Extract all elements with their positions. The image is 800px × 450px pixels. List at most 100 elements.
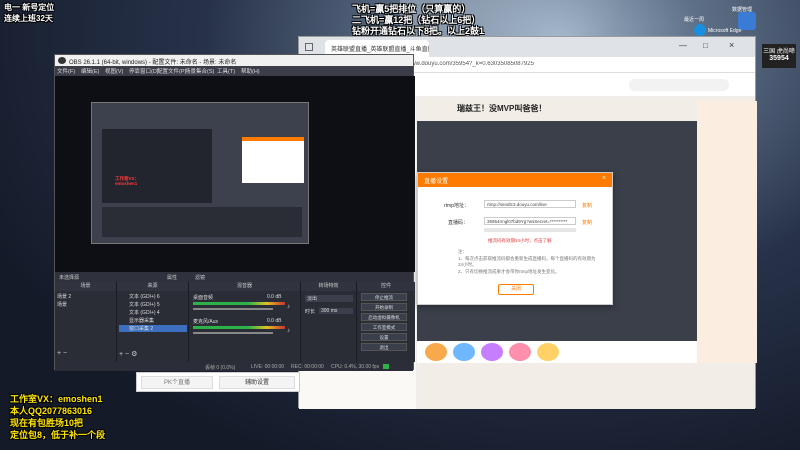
mixer-track-name: 麦克风/Aux — [193, 319, 219, 325]
menu-scene-collection[interactable]: 场景集合(S) — [185, 67, 214, 75]
add-source-icon[interactable]: + − ⚙ — [119, 350, 137, 358]
dialog-header: 直播设置 × — [418, 173, 612, 187]
volume-slider[interactable] — [193, 308, 273, 310]
overlay-top-left-line-1: 电一 新号定位 — [4, 3, 55, 12]
code-scrollbar[interactable] — [484, 228, 576, 232]
volume-slider[interactable] — [193, 332, 273, 334]
status-rec: REC: 00:00:00 — [291, 364, 324, 370]
source-item[interactable]: 窗口采集 2 — [119, 325, 187, 332]
virtual-camera-button[interactable]: 启动虚拟摄像机 — [361, 313, 407, 321]
url-field[interactable]: https://www.douyu.com/35954?_k=0.6303508… — [389, 61, 709, 67]
gift-icon[interactable] — [453, 343, 475, 361]
source-item[interactable]: 文本 (GDI+) 6 — [129, 293, 160, 300]
stream-settings-dialog: 直播设置 × rtmp地址： rtmp://sendtc3.douyu.com/… — [417, 172, 613, 305]
studio-mode-button[interactable]: 工作室模式 — [361, 323, 407, 331]
gift-bar — [417, 341, 697, 363]
edge-label: Microsoft Edge — [708, 28, 742, 34]
scenes-dock: 场景 场景 2 场景 + − — [55, 282, 117, 362]
scene-item[interactable]: 场景 2 — [57, 293, 115, 300]
add-scene-icon[interactable]: + − — [57, 350, 67, 357]
edge-icon[interactable] — [694, 24, 706, 36]
gift-icon[interactable] — [537, 343, 559, 361]
dialog-note-1: 1、每次点击获取推流码都会重新生成直播码，每个直播码的有效期为24小时。 — [458, 256, 596, 267]
start-recording-button[interactable]: 开始录制 — [361, 303, 407, 311]
speaker-icon[interactable]: ♪ — [287, 304, 290, 310]
maximize-icon[interactable]: □ — [703, 41, 708, 50]
dialog-note-2: 2、只有切换推流成果才会带你rtmp地址发生变化。 — [458, 269, 560, 274]
dialog-warning: 推流码有效期24小时，点击了解 — [488, 238, 552, 243]
status-indicator — [383, 364, 389, 369]
mixer-track-level: 0.0 dB — [267, 294, 282, 300]
exit-button[interactable]: 退出 — [361, 343, 407, 351]
duration-input[interactable]: 300 ms — [319, 308, 353, 314]
nested-overlay-text: 工作室VX：emoshen1 — [115, 176, 140, 186]
no-source-label: 未选择源 — [59, 275, 80, 281]
recent-label: 最近一周 — [684, 17, 705, 23]
stop-streaming-button[interactable]: 停止推流 — [361, 293, 407, 301]
code-copy-button[interactable]: 复制 — [582, 219, 592, 226]
menu-tools[interactable]: 工具(T) — [217, 67, 235, 75]
filters-button[interactable]: 滤镜 — [195, 274, 205, 281]
gift-icon[interactable] — [425, 343, 447, 361]
properties-button[interactable]: 属性 — [167, 274, 177, 281]
overlay-top-left-line-2: 连续上班32天 — [4, 14, 53, 23]
controls-header: 控件 — [357, 282, 415, 291]
scene-item[interactable]: 场景 — [57, 301, 115, 308]
code-label: 直播码： — [448, 220, 469, 226]
menu-file[interactable]: 文件(F) — [57, 67, 75, 75]
menu-edit[interactable]: 编辑(E) — [81, 67, 99, 75]
menu-profile[interactable]: 配置文件(P) — [157, 67, 186, 75]
status-cpu: CPU: 0.4%, 30.00 fps — [331, 364, 380, 370]
nested-dialog — [242, 137, 304, 183]
menu-view[interactable]: 视图(V) — [105, 67, 123, 75]
source-item[interactable]: 文本 (GDI+) 4 — [129, 309, 160, 316]
transition-select[interactable]: 淡出 — [305, 295, 353, 302]
overlay-bottom-left-line-4: 定位包8，低于补一个段 — [10, 430, 106, 440]
mixer-header: 混音器 — [189, 282, 300, 291]
gift-icon[interactable] — [481, 343, 503, 361]
site-search-input[interactable] — [629, 79, 729, 91]
menu-docks[interactable]: 停靠窗口(D) — [129, 67, 159, 75]
obs-docks: 场景 场景 2 场景 + − 来源 文本 (GDI+) 6 文本 (GDI+) … — [55, 282, 415, 362]
source-item[interactable]: 显示器采集 — [129, 317, 154, 324]
mixer-meter — [193, 326, 285, 329]
bottom-toolbar: PK个直播 辅助设置 — [136, 372, 300, 392]
rtmp-label: rtmp地址： — [444, 203, 470, 209]
assist-settings-button[interactable]: 辅助设置 — [219, 376, 295, 389]
sources-header: 来源 — [117, 282, 188, 291]
mixer-dock: 混音器 桌面音频 0.0 dB ♪ 麦克风/Aux 0.0 dB ♪ — [189, 282, 301, 362]
duration-label: 时长 — [305, 309, 316, 315]
rtmp-field[interactable]: rtmp://sendtc3.douyu.com/live — [484, 200, 576, 208]
transitions-header: 转场特效 — [301, 282, 356, 291]
rtmp-copy-button[interactable]: 复制 — [582, 202, 592, 209]
tab-actions-icon[interactable] — [305, 43, 313, 51]
status-dropped: 丢帧 0 (0.0%) — [205, 365, 236, 371]
mixer-meter — [193, 302, 285, 305]
dialog-close-icon[interactable]: × — [602, 175, 606, 182]
menu-help[interactable]: 帮助(H) — [241, 67, 260, 75]
obs-title: OBS 26.1.1 (64-bit, windows) - 配置文件: 未命名… — [69, 60, 237, 66]
obs-titlebar: OBS 26.1.1 (64-bit, windows) - 配置文件: 未命名… — [55, 55, 413, 66]
dialog-close-button[interactable]: 关闭 — [498, 284, 534, 295]
close-icon[interactable]: × — [729, 40, 734, 50]
speaker-icon[interactable]: ♪ — [287, 328, 290, 334]
dialog-note-title: 注： — [458, 249, 467, 254]
pk-live-button[interactable]: PK个直播 — [141, 376, 213, 389]
channel-logo: 三国 虎尚啼 35954 — [762, 44, 796, 68]
sources-dock: 来源 文本 (GDI+) 6 文本 (GDI+) 5 文本 (GDI+) 4 显… — [117, 282, 189, 362]
status-live: LIVE: 00:00:00 — [251, 364, 285, 370]
gift-icon[interactable] — [509, 343, 531, 361]
controls-dock: 控件 停止推流 开始录制 启动虚拟摄像机 工作室模式 设置 退出 — [357, 282, 415, 362]
nested-capture-inner — [102, 129, 212, 203]
obs-preview[interactable]: 工作室VX：emoshen1 — [55, 76, 415, 272]
channel-number: 35954 — [769, 55, 789, 62]
code-field[interactable]: 35954rmgl07bd9Yg?wsSecret=********** — [484, 217, 576, 225]
obs-window: OBS 26.1.1 (64-bit, windows) - 配置文件: 未命名… — [54, 54, 415, 371]
minimize-icon[interactable]: — — [679, 41, 687, 50]
site-room-title: 瑞兹王！没MVP叫爸爸！ — [457, 104, 547, 113]
source-item[interactable]: 文本 (GDI+) 5 — [129, 301, 160, 308]
scenes-header: 场景 — [55, 282, 116, 291]
nested-capture — [91, 102, 309, 244]
channel-name: 三国 虎尚啼 — [763, 49, 795, 55]
settings-button[interactable]: 设置 — [361, 333, 407, 341]
